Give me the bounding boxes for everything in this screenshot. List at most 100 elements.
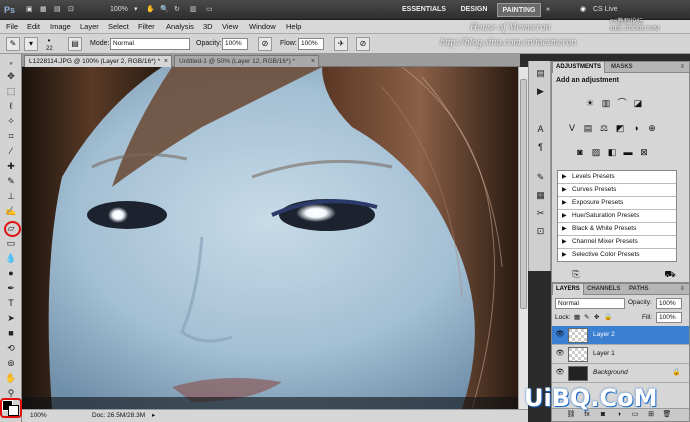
preset-hue-saturation[interactable]: ▶ Hue/Saturation Presets (558, 210, 676, 223)
exposure-icon[interactable]: ◪ (632, 97, 644, 109)
shape-tool-icon[interactable]: ■ (5, 327, 17, 339)
menu-3d[interactable]: 3D (203, 21, 213, 33)
threshold-icon[interactable]: ◧ (606, 146, 618, 158)
eyedropper-tool-icon[interactable]: ⁄ (5, 145, 17, 157)
3d-orbit-tool-icon[interactable]: ⊚ (5, 357, 17, 369)
paragraph-icon[interactable]: ¶ (534, 141, 547, 154)
workspace-essentials[interactable]: ESSENTIALS (396, 3, 452, 17)
size-pressure-icon[interactable]: ⊘ (356, 37, 370, 51)
move-tool-icon[interactable]: ✥ (5, 70, 17, 82)
menu-file[interactable]: File (6, 21, 18, 33)
history-brush-tool-icon[interactable]: ✍ (5, 205, 17, 217)
airbrush-icon[interactable]: ✈ (334, 37, 348, 51)
zoom-dropdown-icon[interactable]: ▾ (134, 4, 138, 16)
document-canvas[interactable] (22, 67, 518, 409)
layer-row-layer-2[interactable]: 👁 Layer 2 (552, 326, 689, 345)
curves-icon[interactable]: ⌒ (616, 97, 628, 109)
dodge-tool-icon[interactable]: ● (5, 267, 17, 279)
scrollbar-thumb[interactable] (520, 79, 527, 309)
pen-tool-icon[interactable]: ✒ (5, 282, 17, 294)
brush-picker-icon[interactable]: ▾ (24, 37, 38, 51)
type-tool-icon[interactable]: T (5, 297, 17, 309)
workspace-more-icon[interactable]: » (546, 4, 550, 16)
selective-color-icon[interactable]: ⊠ (638, 146, 650, 158)
opacity-pressure-icon[interactable]: ⊘ (258, 37, 272, 51)
panel-menu-icon[interactable]: ≡ (677, 284, 687, 295)
tab-layers[interactable]: LAYERS (552, 284, 584, 295)
eye-icon[interactable]: 👁 (555, 330, 565, 340)
blend-mode-select[interactable]: Normal (555, 298, 625, 309)
healing-brush-tool-icon[interactable]: ✚ (5, 160, 17, 172)
workspace-design[interactable]: DESIGN (456, 3, 492, 17)
brightness-contrast-icon[interactable]: ☀ (584, 97, 596, 109)
menu-layer[interactable]: Layer (80, 21, 99, 33)
layer-name[interactable]: Layer 2 (593, 330, 615, 340)
screen-mode-icon[interactable]: ▭ (206, 4, 213, 16)
brush-panel-icon[interactable]: ✎ (534, 171, 547, 184)
photo-filter-icon[interactable]: ◑ (630, 122, 642, 134)
eraser-tool-icon[interactable]: ▱ (5, 222, 17, 234)
tab-document-2[interactable]: Untitled-1 @ 50% (Layer 12, RGB/16*) * × (174, 55, 319, 67)
brush-presets-icon[interactable]: ▦ (534, 189, 547, 202)
brush-panel-icon[interactable]: ▤ (68, 37, 82, 51)
invert-icon[interactable]: ◙ (574, 146, 586, 158)
panel-menu-icon[interactable]: ≡ (677, 62, 687, 73)
menu-image[interactable]: Image (50, 21, 71, 33)
lock-all-icon[interactable]: 🔒 (604, 313, 612, 323)
tab-adjustments[interactable]: ADJUSTMENTS (552, 62, 606, 73)
fill-field[interactable]: 100% (656, 312, 682, 323)
tab-document-1[interactable]: L1228114.JPG @ 100% (Layer 2, RGB/16*) *… (24, 55, 172, 67)
layer-name[interactable]: Background (593, 368, 628, 378)
menu-analysis[interactable]: Analysis (166, 21, 194, 33)
launch-bridge-icon[interactable]: ▣ (26, 4, 33, 16)
eye-icon[interactable]: 👁 (555, 349, 565, 359)
layer-name[interactable]: Layer 1 (593, 349, 615, 359)
crop-tool-icon[interactable]: ⌗ (5, 130, 17, 142)
rotate-view-icon[interactable]: ↻ (174, 4, 180, 16)
menu-select[interactable]: Select (108, 21, 129, 33)
flow-field[interactable]: 100% (298, 38, 324, 50)
marquee-tool-icon[interactable]: ⬚ (5, 85, 17, 97)
clone-source-icon[interactable]: ✂ (534, 207, 547, 220)
preset-selective-color[interactable]: ▶ Selective Color Presets (558, 249, 676, 262)
character-icon[interactable]: A (534, 123, 547, 136)
preset-curves[interactable]: ▶ Curves Presets (558, 184, 676, 197)
posterize-icon[interactable]: ▨ (590, 146, 602, 158)
lock-position-icon[interactable]: ✥ (594, 313, 599, 323)
path-select-tool-icon[interactable]: ➤ (5, 312, 17, 324)
status-zoom[interactable]: 100% (30, 410, 47, 422)
zoom-level[interactable]: 100% (110, 4, 128, 16)
canvas-scrollbar[interactable] (518, 67, 528, 409)
quick-select-tool-icon[interactable]: ✧ (5, 115, 17, 127)
menu-window[interactable]: Window (249, 21, 276, 33)
opacity-field[interactable]: 100% (222, 38, 248, 50)
hand-tool-icon[interactable]: ✋ (5, 372, 17, 384)
lock-transparent-icon[interactable]: ▦ (574, 313, 580, 323)
launch-minibridge-icon[interactable]: ▦ (40, 4, 47, 16)
lock-image-icon[interactable]: ✎ (584, 313, 589, 323)
preset-levels[interactable]: ▶ Levels Presets (558, 171, 676, 184)
black-white-icon[interactable]: ◩ (614, 122, 626, 134)
layer-opacity-field[interactable]: 100% (656, 298, 682, 309)
menu-filter[interactable]: Filter (138, 21, 155, 33)
menu-help[interactable]: Help (286, 21, 301, 33)
arrange-documents-icon[interactable]: ▥ (190, 4, 197, 16)
levels-icon[interactable]: ▥ (600, 97, 612, 109)
clone-stamp-tool-icon[interactable]: ⊥ (5, 190, 17, 202)
gradient-map-icon[interactable]: ▬ (622, 146, 634, 158)
zoom-level-icon[interactable]: ⊡ (68, 4, 74, 16)
cs-live-icon[interactable]: ◉ (580, 4, 586, 16)
layer-row-background[interactable]: 👁 Background 🔒 (552, 364, 689, 383)
vibrance-icon[interactable]: V (566, 122, 578, 134)
3d-rotate-tool-icon[interactable]: ⟲ (5, 342, 17, 354)
menu-edit[interactable]: Edit (27, 21, 40, 33)
channel-mixer-icon[interactable]: ⊕ (646, 122, 658, 134)
tab-masks[interactable]: MASKS (608, 62, 636, 73)
history-icon[interactable]: ▤ (534, 67, 547, 80)
preset-black-white[interactable]: ▶ Black & White Presets (558, 223, 676, 236)
lasso-tool-icon[interactable]: ℓ (5, 100, 17, 112)
actions-icon[interactable]: ▶ (534, 85, 547, 98)
brush-tool-icon[interactable]: ✎ (5, 175, 17, 187)
navigator-icon[interactable]: ⊡ (534, 225, 547, 238)
preset-channel-mixer[interactable]: ▶ Channel Mixer Presets (558, 236, 676, 249)
